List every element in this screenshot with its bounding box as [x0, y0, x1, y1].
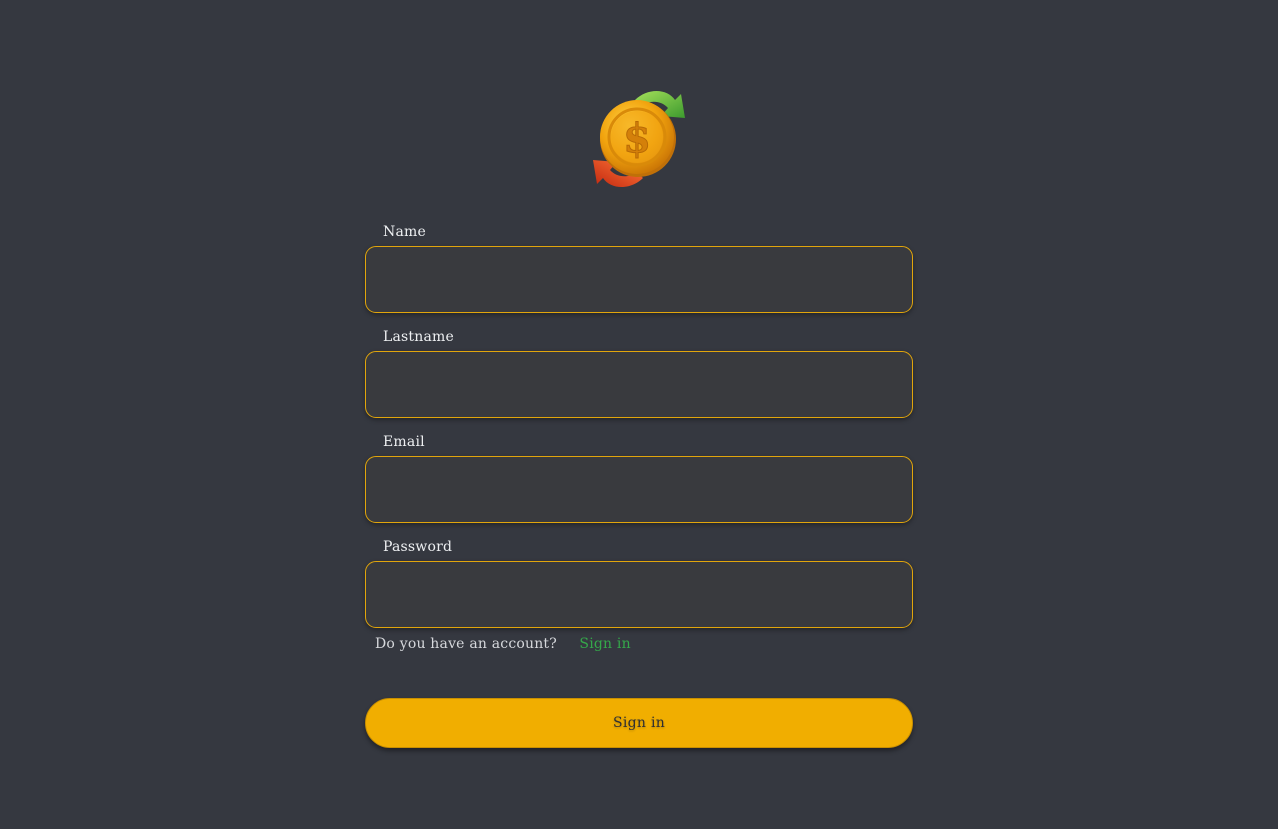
dollar-sign-icon: $ [623, 115, 651, 162]
email-field-group: Email [365, 432, 913, 523]
sign-in-link[interactable]: Sign in [579, 636, 630, 652]
account-question: Do you have an account? [375, 636, 557, 652]
currency-exchange-coin-icon: $ [593, 91, 685, 187]
name-input[interactable] [365, 246, 913, 313]
signup-page: $ Name Lastname Email Password Do you ha… [0, 0, 1278, 829]
password-input[interactable] [365, 561, 913, 628]
name-field-group: Name [365, 222, 913, 313]
signup-form: Name Lastname Email Password Do you have… [365, 222, 913, 748]
lastname-field-group: Lastname [365, 327, 913, 418]
password-label: Password [383, 539, 453, 555]
account-prompt-row: Do you have an account? Sign in [365, 634, 913, 654]
sign-in-button[interactable]: Sign in [365, 698, 913, 748]
password-field-group: Password [365, 537, 913, 628]
email-input[interactable] [365, 456, 913, 523]
lastname-label: Lastname [383, 329, 454, 345]
name-label: Name [383, 224, 426, 240]
email-label: Email [383, 434, 425, 450]
lastname-input[interactable] [365, 351, 913, 418]
